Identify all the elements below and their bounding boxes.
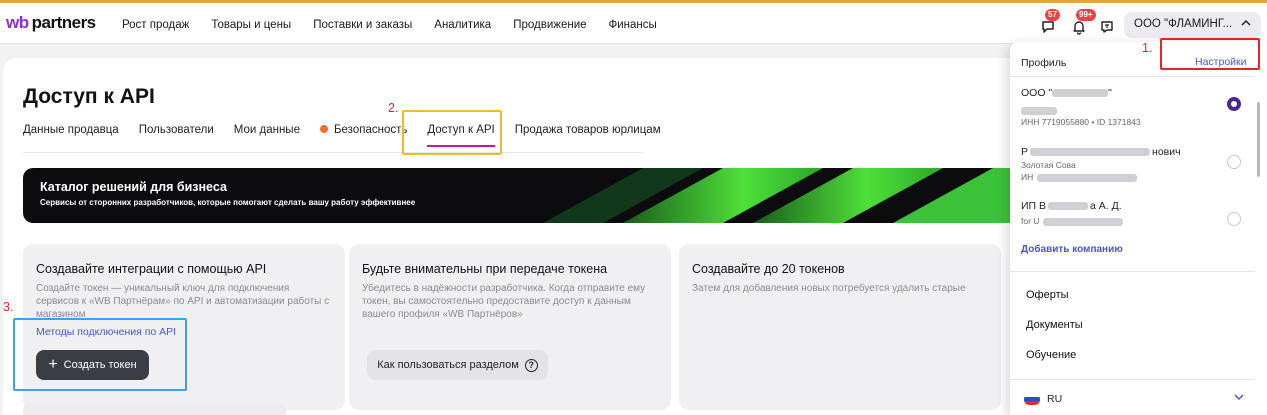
- account-switcher[interactable]: ООО "ФЛАМИНГ...: [1124, 12, 1261, 38]
- nav-item-growth[interactable]: Рост продаж: [122, 19, 189, 31]
- company-name-suffix: нович: [1152, 146, 1181, 158]
- top-navigation-bar: wb partners Рост продаж Товары и цены Пос…: [0, 3, 1267, 44]
- company-inn: ИН: [1021, 172, 1034, 182]
- language-label: RU: [1047, 393, 1063, 405]
- chevron-down-icon[interactable]: [1233, 391, 1245, 406]
- card-title: Создавайте интеграции с помощью API: [36, 262, 267, 276]
- company-name-suffix: а А. Д.: [1090, 200, 1122, 212]
- wb-partners-logo[interactable]: wb partners: [6, 13, 96, 33]
- company-name-prefix: Р: [1021, 146, 1029, 158]
- question-icon: ?: [524, 358, 538, 372]
- message-icon: [1101, 21, 1113, 33]
- security-alert-dot: [319, 125, 328, 133]
- redacted-text: [1021, 106, 1057, 115]
- page-title: Доступ к API: [23, 85, 155, 108]
- tab-users[interactable]: Пользователи: [139, 124, 214, 136]
- card-token-limit: Создавайте до 20 токенов Затем для добав…: [679, 244, 1001, 410]
- company-item-2[interactable]: Рнович Золотая Сова ИН: [1021, 146, 1246, 182]
- banner-title: Каталог решений для бизнеса: [40, 180, 227, 194]
- company-inn: ИНН 7719055880 • ID 1371843: [1021, 117, 1141, 127]
- bell-icon: [1073, 21, 1085, 35]
- menu-item-offers[interactable]: Оферты: [1026, 289, 1069, 301]
- company-name-prefix: ООО ": [1021, 87, 1053, 99]
- profile-dropdown: Профиль Настройки ООО " " ИНН 7719055880 …: [1010, 42, 1267, 415]
- dropdown-scrollbar[interactable]: [1257, 102, 1260, 177]
- card-token-caution: Будьте внимательны при передаче токена У…: [349, 244, 671, 410]
- tab-security-label: Безопасность: [333, 124, 408, 136]
- messages-button[interactable]: [1096, 16, 1118, 38]
- nav-item-finance[interactable]: Финансы: [609, 19, 657, 31]
- chat-button[interactable]: 57: [1037, 9, 1060, 38]
- company-radio[interactable]: [1227, 155, 1241, 169]
- notifications-button[interactable]: 99+: [1068, 9, 1096, 38]
- card-title: Будьте внимательны при передаче токена: [362, 262, 608, 276]
- redacted-text: [1052, 89, 1109, 98]
- language-selector[interactable]: RU: [1024, 393, 1062, 405]
- card-description: Затем для добавления новых потребуется у…: [692, 283, 966, 294]
- highlight-settings: [1160, 38, 1260, 70]
- redacted-text: [1043, 217, 1124, 226]
- divider: [1010, 379, 1255, 380]
- company-name-suffix: ": [1108, 87, 1112, 99]
- chevron-up-icon: [1240, 17, 1252, 32]
- highlight-create-token: [13, 318, 187, 391]
- nav-item-supplies[interactable]: Поставки и заказы: [313, 19, 412, 31]
- bottom-control-strip[interactable]: [23, 402, 286, 415]
- company-sub: for U: [1021, 216, 1040, 226]
- chat-icon: [1042, 21, 1054, 33]
- menu-item-learning[interactable]: Обучение: [1026, 349, 1076, 361]
- highlight-api-tab: [402, 110, 502, 155]
- chat-badge: 57: [1045, 9, 1060, 21]
- redacted-text: [1048, 202, 1089, 211]
- add-company-link[interactable]: Добавить компанию: [1021, 244, 1123, 255]
- redacted-text: [1037, 173, 1138, 182]
- card-description: Убедитесь в надёжности разработчика. Ког…: [362, 283, 646, 320]
- company-name-prefix: ИП В: [1021, 200, 1047, 212]
- business-catalog-banner[interactable]: Каталог решений для бизнеса Сервисы от с…: [23, 168, 1023, 223]
- tabs-divider: [23, 152, 643, 153]
- nav-item-promotion[interactable]: Продвижение: [513, 19, 586, 31]
- notifications-badge: 99+: [1076, 9, 1096, 21]
- tab-security[interactable]: Безопасность: [319, 124, 408, 136]
- company-brand: Золотая Сова: [1021, 160, 1076, 170]
- card-title: Создавайте до 20 токенов: [692, 262, 845, 276]
- settings-tabs: Данные продавца Пользователи Мои данные …: [23, 124, 681, 147]
- tab-seller-data[interactable]: Данные продавца: [23, 124, 119, 136]
- menu-item-documents[interactable]: Документы: [1026, 319, 1083, 331]
- nav-item-analytics[interactable]: Аналитика: [434, 19, 491, 31]
- nav-item-products[interactable]: Товары и цены: [211, 19, 291, 31]
- company-item-1[interactable]: ООО " " ИНН 7719055880 • ID 1371843: [1021, 87, 1246, 127]
- main-nav: Рост продаж Товары и цены Поставки и зак…: [122, 19, 679, 31]
- divider: [1010, 76, 1255, 77]
- company-radio-selected[interactable]: [1227, 97, 1241, 111]
- annotation-step-3: 3.: [3, 300, 14, 314]
- how-to-use-button[interactable]: Как пользоваться разделом ?: [367, 350, 548, 380]
- company-radio[interactable]: [1227, 212, 1241, 226]
- redacted-text: [1030, 148, 1151, 157]
- annotation-step-1: 1.: [1142, 41, 1153, 55]
- banner-graphic: [543, 168, 1023, 223]
- company-item-3[interactable]: ИП В а А. Д. for U: [1021, 200, 1246, 226]
- how-to-use-label: Как пользоваться разделом: [377, 359, 519, 371]
- profile-label: Профиль: [1021, 57, 1067, 69]
- logo-partners: partners: [31, 13, 97, 32]
- logo-wb: wb: [6, 13, 29, 32]
- card-description: Создайте токен — уникальный ключ для под…: [36, 283, 330, 320]
- annotation-step-2: 2.: [388, 101, 399, 115]
- russia-flag-icon: [1024, 393, 1040, 405]
- banner-subtitle: Сервисы от сторонних разработчиков, кото…: [40, 198, 416, 207]
- tab-my-data[interactable]: Мои данные: [234, 124, 300, 136]
- account-name: ООО "ФЛАМИНГ...: [1134, 18, 1233, 30]
- tab-b2b-sales[interactable]: Продажа товаров юрлицам: [515, 124, 661, 136]
- divider: [1010, 271, 1255, 272]
